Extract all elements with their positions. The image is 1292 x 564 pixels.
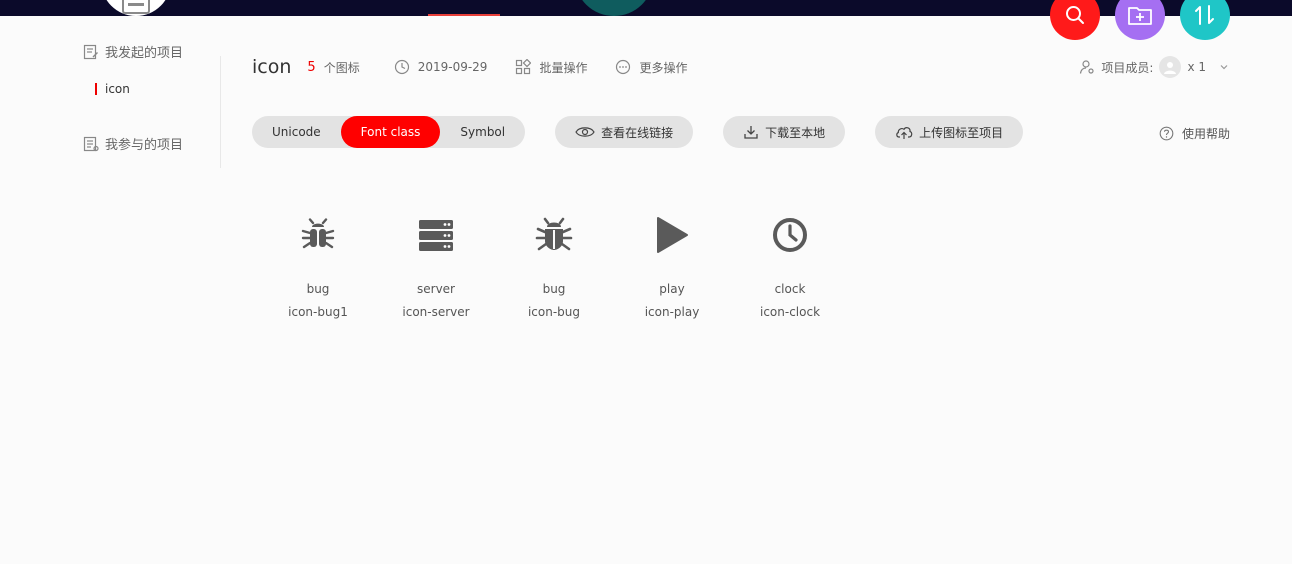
download-icon [744, 126, 758, 139]
icon-class: icon-bug [527, 305, 581, 319]
icon-card-bug1[interactable]: bug icon-bug1 [263, 210, 373, 319]
icon-class: icon-server [402, 305, 470, 319]
batch-operations-label: 批量操作 [539, 60, 588, 75]
tab-symbol[interactable]: Symbol [440, 116, 525, 148]
more-icon [616, 59, 631, 75]
icon-class: icon-play [644, 305, 700, 319]
icon-card-clock[interactable]: clock icon-clock [735, 210, 845, 319]
icon-card-bug[interactable]: bug icon-bug [499, 210, 609, 319]
icon-name: server [417, 282, 455, 296]
clock-icon [735, 210, 845, 260]
folder-add-icon [1128, 7, 1152, 25]
sidebar-joined-projects[interactable]: 我参与的项目 [83, 134, 183, 153]
grid-icon [516, 59, 532, 75]
icon-name: bug [542, 282, 566, 296]
project-members-count: x 1 [1187, 60, 1206, 74]
cloud-upload-icon [896, 127, 913, 139]
logo-icon [122, 0, 150, 14]
icon-class: icon-bug1 [288, 305, 348, 319]
play-icon [617, 210, 727, 260]
icon-card-play[interactable]: play icon-play [617, 210, 727, 319]
format-tabs: Unicode Font class Symbol [252, 116, 526, 148]
project-members[interactable]: 项目成员: x 1 [1079, 56, 1230, 78]
tab-font-class[interactable]: Font class [340, 116, 441, 148]
sort-button[interactable] [1180, 0, 1230, 40]
project-title: icon [252, 56, 292, 78]
sidebar-joined-projects-label: 我参与的项目 [105, 138, 184, 153]
icon-name: bug [306, 282, 330, 296]
search-button[interactable] [1050, 0, 1100, 40]
sort-icon [1195, 5, 1214, 25]
help-link[interactable]: 使用帮助 [1159, 125, 1230, 142]
icon-name: play [659, 282, 685, 296]
active-indicator [95, 83, 97, 95]
bug-icon [263, 210, 373, 260]
more-operations-button[interactable]: 更多操作 [615, 59, 687, 76]
list-document-icon [83, 136, 99, 151]
upload-icons-button[interactable]: 上传图标至项目 [875, 116, 1024, 148]
icon-count-label: 个图标 [323, 60, 360, 75]
eye-icon [575, 127, 595, 137]
project-date-text: 2019-09-29 [417, 60, 488, 74]
sidebar-divider [220, 56, 221, 168]
icon-card-server[interactable]: server icon-server [381, 210, 491, 319]
help-icon [1159, 126, 1174, 141]
icon-count: 5 [307, 59, 316, 75]
new-project-button[interactable] [1115, 0, 1165, 40]
tab-unicode[interactable]: Unicode [252, 116, 341, 148]
avatar[interactable] [1159, 56, 1182, 78]
edit-document-icon [83, 44, 98, 59]
upload-icons-label: 上传图标至项目 [919, 125, 1004, 140]
toolbar: Unicode Font class Symbol 查看在线链接 下载至本地 上… [252, 116, 1024, 148]
icon-name: clock [774, 282, 806, 296]
batch-operations-button[interactable]: 批量操作 [515, 59, 587, 76]
view-online-link-label: 查看在线链接 [601, 125, 674, 140]
project-date: 2019-09-29 [394, 59, 488, 75]
clock-icon [394, 59, 409, 75]
chevron-down-icon[interactable] [1218, 61, 1230, 73]
download-label: 下载至本地 [765, 125, 826, 140]
more-operations-label: 更多操作 [639, 60, 688, 75]
sidebar-my-projects[interactable]: 我发起的项目 [83, 42, 183, 61]
nav-decoration [575, 0, 653, 16]
sidebar-my-projects-label: 我发起的项目 [105, 46, 184, 61]
project-header: icon 5 个图标 2019-09-29 批量操作 更多操作 [252, 53, 715, 81]
active-nav-underline [428, 14, 500, 16]
sidebar-item-icon[interactable]: icon [95, 82, 130, 96]
bug-icon [499, 210, 609, 260]
view-online-link-button[interactable]: 查看在线链接 [555, 116, 694, 148]
sidebar-item-label: icon [105, 82, 130, 96]
search-icon [1066, 6, 1084, 24]
server-icon [381, 210, 491, 260]
user-avatar-icon [1164, 62, 1177, 74]
help-label: 使用帮助 [1181, 127, 1230, 141]
user-settings-icon [1080, 60, 1094, 74]
icon-class: icon-clock [759, 305, 821, 319]
project-members-label: 项目成员: [1101, 60, 1154, 75]
download-button[interactable]: 下载至本地 [723, 116, 846, 148]
